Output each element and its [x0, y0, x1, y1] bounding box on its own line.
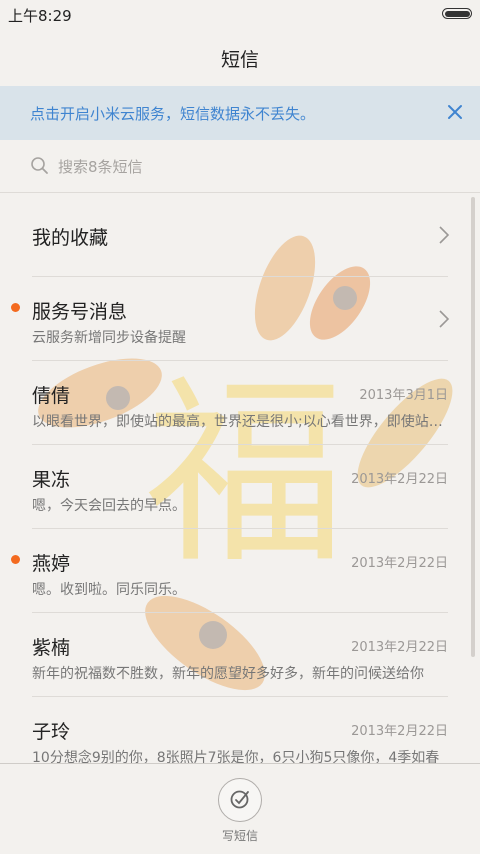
compose-icon	[230, 790, 249, 809]
contact-name: 紫楠	[32, 637, 71, 659]
compose-button[interactable]	[218, 778, 262, 822]
message-preview: 10分想念9别的你，8张照片7张是你，6只小狗5只像你，4季如春	[32, 750, 440, 763]
contact-name: 倩倩	[32, 385, 71, 407]
message-preview: 以眼看世界，即使站的最高，世界还是很小;以心看世界，即使站的最低，世界也很大	[32, 414, 448, 430]
message-preview: 云服务新增同步设备提醒	[32, 330, 186, 346]
search-placeholder: 搜索8条短信	[58, 158, 143, 176]
conversation-row[interactable]: 我的收藏	[0, 193, 480, 277]
message-date: 2013年2月22日	[351, 472, 448, 487]
message-date: 2013年2月22日	[351, 640, 448, 655]
chevron-right-icon	[439, 310, 450, 328]
contact-name: 子玲	[32, 721, 71, 743]
message-preview: 嗯。收到啦。同乐同乐。	[32, 582, 186, 598]
scrollbar[interactable]	[471, 197, 475, 657]
contact-name: 果冻	[32, 469, 71, 491]
unread-dot	[11, 555, 20, 564]
contact-name: 燕婷	[32, 553, 71, 575]
conversation-row[interactable]: 倩倩以眼看世界，即使站的最高，世界还是很小;以心看世界，即使站的最低，世界也很大…	[0, 361, 480, 445]
battery-icon	[442, 8, 472, 19]
banner-text[interactable]: 点击开启小米云服务，短信数据永不丢失。	[30, 103, 315, 124]
close-icon[interactable]	[442, 99, 468, 125]
conversation-list[interactable]: 福 我的收藏 服务号消息 云服务新增同步设备提醒 倩倩 以眼看世界，即使站的最高，世界还…	[0, 193, 480, 763]
compose-label[interactable]: 写短信	[0, 827, 480, 844]
conversation-row[interactable]: 紫楠新年的祝福数不胜数，新年的愿望好多好多，新年的问候送给你 2013年2月22日	[0, 613, 480, 697]
conversation-row[interactable]: 燕婷嗯。收到啦。同乐同乐。 2013年2月22日	[0, 529, 480, 613]
message-date: 2013年3月1日	[359, 388, 448, 403]
conversation-row[interactable]: 子玲 10分想念9别的你，8张照片7张是你，6只小狗5只像你，4季如春 2013年2…	[0, 697, 480, 763]
message-date: 2013年2月22日	[351, 556, 448, 571]
conversation-row[interactable]: 服务号消息云服务新增同步设备提醒	[0, 277, 480, 361]
message-preview: 新年的祝福数不胜数，新年的愿望好多好多，新年的问候送给你	[32, 666, 424, 682]
bottom-bar: 写短信	[0, 763, 480, 854]
title-bar: 短信	[0, 28, 480, 87]
chevron-right-icon	[439, 226, 450, 244]
search-input[interactable]: 搜索8条短信	[0, 140, 480, 193]
search-icon	[31, 157, 48, 174]
contact-name: 服务号消息	[32, 301, 128, 323]
status-bar: 上午8:29	[0, 0, 480, 28]
message-date: 2013年2月22日	[351, 724, 448, 739]
contact-name: 我的收藏	[32, 227, 109, 249]
cloud-service-banner[interactable]: 点击开启小米云服务，短信数据永不丢失。	[0, 86, 480, 140]
message-preview: 嗯，今天会回去的早点。	[32, 498, 186, 514]
page-title: 短信	[220, 49, 259, 71]
status-time: 上午8:29	[8, 7, 72, 25]
conversation-row[interactable]: 果冻嗯，今天会回去的早点。 2013年2月22日	[0, 445, 480, 529]
unread-dot	[11, 303, 20, 312]
